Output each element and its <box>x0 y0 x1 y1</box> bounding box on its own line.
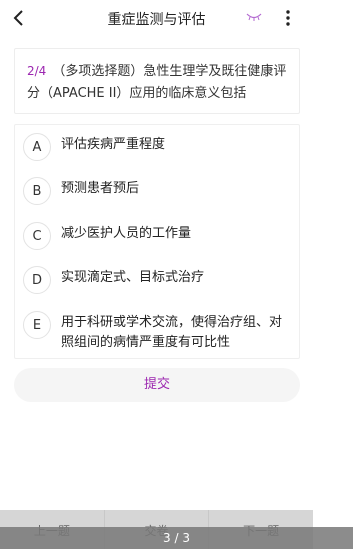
eye-closed-icon[interactable] <box>246 12 262 22</box>
question-number: 2/4 <box>27 64 47 78</box>
question-card: 2/4 （多项选择题）急性生理学及既往健康评分（APACHE II）应用的临床意义… <box>14 48 300 114</box>
option-text: 实现滴定式、目标式治疗 <box>61 270 205 285</box>
option-letter: D <box>23 266 51 294</box>
page-title: 重症监测与评估 <box>107 12 206 28</box>
option-text: 预测患者预后 <box>61 181 140 196</box>
question-area: 2/4 （多项选择题）急性生理学及既往健康评分（APACHE II）应用的临床意义… <box>0 36 313 510</box>
question-text: （多项选择题）急性生理学及既往健康评分（APACHE II）应用的临床意义包括 <box>27 64 287 101</box>
option-letter: A <box>23 133 51 161</box>
screen: 重症监测与评估 2/4 （多项选择题）急性生理学及既往健康评分（APACHE II… <box>0 0 313 549</box>
option-letter: E <box>23 311 51 339</box>
option-letter: B <box>23 177 51 205</box>
option-text: 评估疾病严重程度 <box>61 137 166 152</box>
more-vertical-icon[interactable] <box>284 9 292 27</box>
page-indicator-toast: 3 / 3 <box>0 527 353 549</box>
option-letter: C <box>23 222 51 250</box>
submit-answer-button[interactable]: 提交 <box>14 368 300 402</box>
option-text: 减少医护人员的工作量 <box>61 226 192 241</box>
top-bar: 重症监测与评估 <box>0 0 313 36</box>
options-list: A 评估疾病严重程度 B 预测患者预后 C 减少医护人员的工作量 D 实现滴定式… <box>14 124 300 359</box>
option-text: 用于科研或学术交流，使得治疗组、对照组间的病情严重度有可比性 <box>61 315 283 350</box>
side-gutter <box>313 0 353 549</box>
